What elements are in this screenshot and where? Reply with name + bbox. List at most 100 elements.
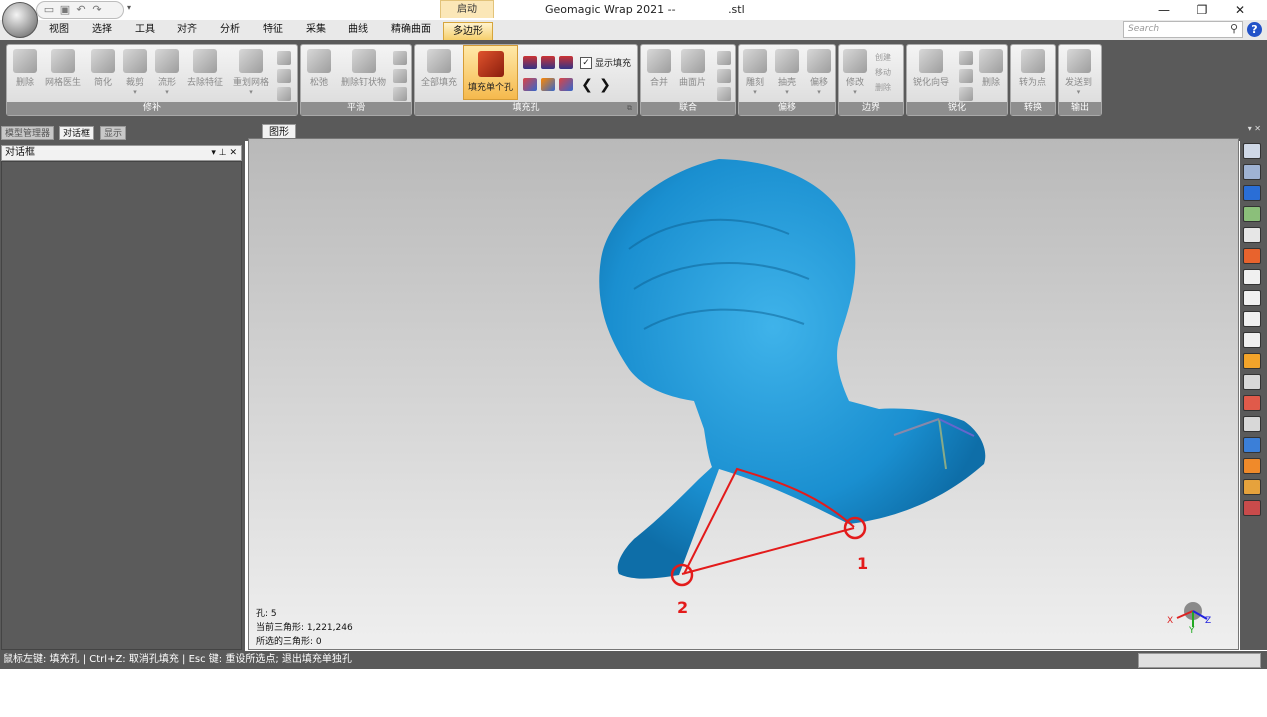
fill-single-hole-button[interactable]: 填充单个孔 [463,45,518,100]
tool-small-icon-2[interactable] [277,69,291,83]
sculpt-button[interactable]: 雕刻 ▾ [743,49,767,96]
view-book-icon[interactable] [1243,143,1261,159]
sharpen-delete-button[interactable]: 删除 [979,49,1003,88]
view-controls-icon[interactable]: ▾ ✕ [1248,124,1261,133]
search-input[interactable]: Search [1123,21,1243,38]
boundary-move[interactable]: 移动 [875,65,891,80]
decimate-button[interactable]: 简化 [91,49,115,88]
sharpen-small-icon-1[interactable] [959,51,973,65]
fill-flat-icon[interactable] [559,56,573,69]
menu-tools[interactable]: 工具 [135,20,155,40]
menu-analysis[interactable]: 分析 [220,20,240,40]
fill-curvature-icon[interactable] [523,56,537,69]
fill-tangent-icon[interactable] [541,56,555,69]
brush-select-icon[interactable] [1243,311,1261,327]
menu-exact-surfacing[interactable]: 精确曲面 [391,20,431,40]
dialog-panel-controls-icon[interactable]: ▾ ⊥ ✕ [211,146,237,160]
chevron-left-icon[interactable]: ❮ [580,77,594,93]
tab-display[interactable]: 显示 [100,126,127,140]
relax-button[interactable]: 松弛 [307,49,331,88]
select-none-icon[interactable] [1243,458,1261,474]
menu-features[interactable]: 特征 [263,20,283,40]
trim-button[interactable]: 裁剪 ▾ [123,49,147,96]
render-mode-icon[interactable] [1243,248,1261,264]
offset-button[interactable]: 偏移 ▾ [807,49,831,96]
tool-small-icon-3[interactable] [277,87,291,101]
redo-icon[interactable]: ↷ [91,4,103,16]
delete-button[interactable]: 删除 [13,49,37,88]
paint-select-icon[interactable] [1243,332,1261,348]
model-render[interactable]: 1 2 X Y Z [249,139,1239,650]
remesh-button[interactable]: 重划网格 ▾ [233,49,269,96]
menu-polygons[interactable]: 多边形 [443,22,493,40]
boundary-delete[interactable]: 删除 [875,80,891,95]
delete-icon [13,49,37,73]
select-invert-icon[interactable] [1243,479,1261,495]
graphics-viewport[interactable]: 1 2 X Y Z 孔: 5 当前三角形: 1,221,246 所选的三角形: … [248,138,1239,650]
open-icon[interactable]: ▭ [43,4,55,16]
select-region-icon[interactable] [1243,500,1261,516]
fill-edge-icon[interactable] [541,78,555,91]
checkbox-checked-icon[interactable]: ✓ [580,56,592,69]
help-icon[interactable]: ? [1247,22,1262,37]
menu-select[interactable]: 选择 [92,20,112,40]
undo-icon[interactable]: ↶ [75,4,87,16]
menu-curves[interactable]: 曲线 [348,20,368,40]
app-logo-icon[interactable] [2,2,38,38]
merge-button[interactable]: 合并 [647,49,671,88]
save-icon[interactable]: ▣ [59,4,71,16]
show-fill-checkbox[interactable]: ✓ 显示填充 [580,56,631,69]
tab-model-manager[interactable]: 模型管理器 [1,126,55,140]
patch-button[interactable]: 曲面片 [679,49,706,88]
remove-features-button[interactable]: 去除特征 [187,49,223,88]
fill-complete-icon[interactable] [523,78,537,91]
select-visible-icon[interactable] [1243,416,1261,432]
model-bust-shape [599,159,986,579]
select-all-icon[interactable] [1243,437,1261,453]
view-home-icon[interactable] [1243,164,1261,180]
search-icon[interactable]: ⚲ [1227,22,1241,36]
lasso-select-icon[interactable] [1243,290,1261,306]
rectangle-select-icon[interactable] [1243,269,1261,285]
modify-button[interactable]: 修改 ▾ [843,49,867,96]
smooth-small-icon-2[interactable] [393,69,407,83]
union-small-icon-3[interactable] [717,87,731,101]
minimize-button[interactable]: — [1145,0,1183,20]
view-layer-icon[interactable] [1243,206,1261,222]
sharpen-small-icon-2[interactable] [959,69,973,83]
tab-dialog[interactable]: 对话框 [59,126,95,140]
view-fit-icon[interactable] [1243,185,1261,201]
custom-region-icon[interactable] [1243,353,1261,369]
convert-to-points-button[interactable]: 转为点 [1019,49,1046,88]
restore-button[interactable]: ❐ [1183,0,1221,20]
fill-bridge-icon[interactable] [559,78,573,91]
menu-capture[interactable]: 采集 [306,20,326,40]
close-button[interactable]: ✕ [1221,0,1259,20]
union-small-icon-2[interactable] [717,69,731,83]
smooth-small-icon-3[interactable] [393,87,407,101]
sharpen-small-icon-3[interactable] [959,87,973,101]
mesh-doctor-button[interactable]: 网格医生 [45,49,81,88]
group-label-union: 联合 [641,102,735,115]
fill-all-button[interactable]: 全部填充 [421,49,457,88]
chevron-right-icon[interactable]: ❯ [598,77,612,93]
bounding-box-icon[interactable] [1243,374,1261,390]
zoom-icon[interactable] [1243,227,1261,243]
orientation-triad[interactable]: X Y Z [1167,602,1211,636]
context-tab-launch[interactable]: 启动 [440,0,494,18]
smooth-small-icon-1[interactable] [393,51,407,65]
menu-view[interactable]: 视图 [49,20,69,40]
qat-dropdown-icon[interactable]: ▾ [127,3,131,12]
shell-button[interactable]: 抽壳 ▾ [775,49,799,96]
dialog-launcher-icon[interactable]: ⧉ [627,104,632,113]
select-through-icon[interactable] [1243,395,1261,411]
boundary-create[interactable]: 创建 [875,50,891,65]
manifold-button[interactable]: 流形 ▾ [155,49,179,96]
remove-spikes-button[interactable]: 删除钉状物 [341,49,386,88]
union-small-icon-1[interactable] [717,51,731,65]
send-to-button[interactable]: 发送到 ▾ [1065,49,1092,96]
remesh-icon [239,49,263,73]
menu-align[interactable]: 对齐 [177,20,197,40]
sharpen-wizard-button[interactable]: 锐化向导 [913,49,949,88]
tool-small-icon-1[interactable] [277,51,291,65]
